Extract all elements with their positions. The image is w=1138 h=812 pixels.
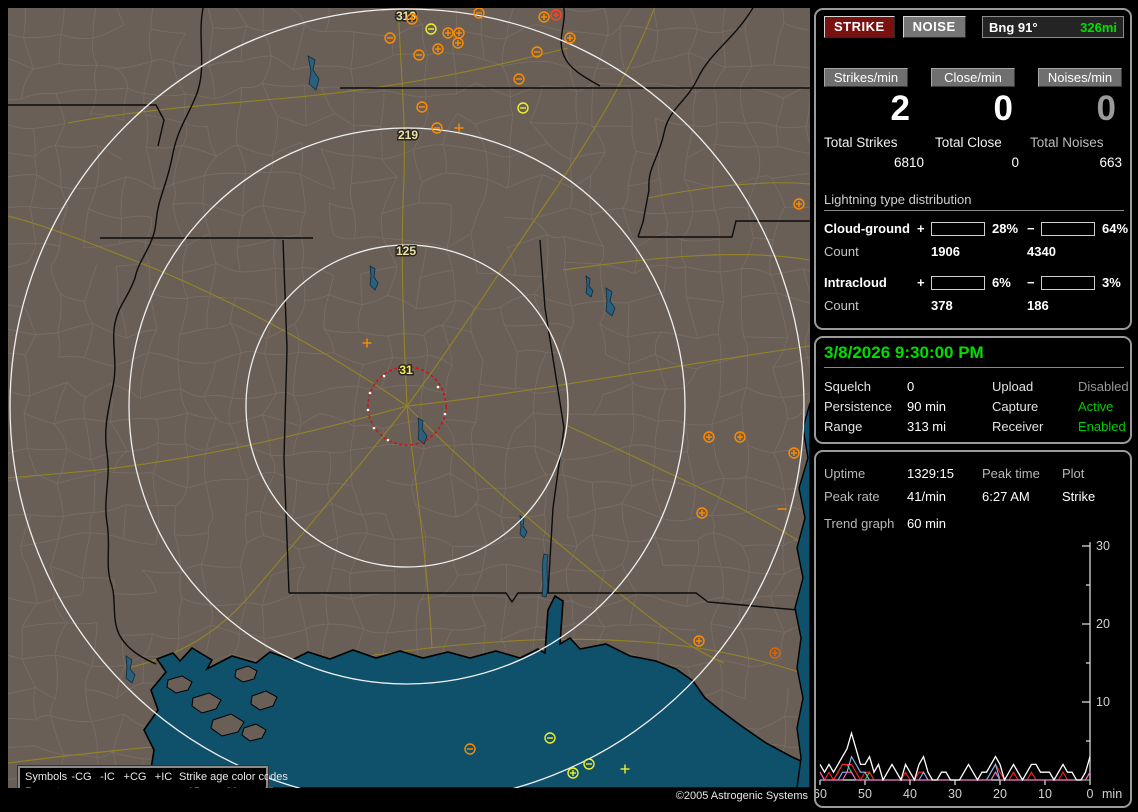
capture-state: Active [1078,399,1114,414]
close-per-min-value: 0 [993,89,1013,128]
plus-cg-recent-icon: ⊕ [120,785,150,788]
settings-grid: Squelch 0 Upload Disabled Persistence 90… [824,377,1129,437]
legend-header-row: Symbols -CG -IC +CG +IC Strike age color… [25,771,288,783]
plus-ic-recent-icon: + [150,785,177,788]
strike-counters-panel: STRIKE NOISE Bng 91° 326mi Strikes/min C… [814,8,1132,330]
total-noises: Total Noises 663 [1030,135,1122,170]
close-per-min-chip: Close/min [931,68,1015,87]
receiver-state: Enabled [1078,419,1126,434]
noise-button[interactable]: NOISE [902,16,966,38]
map-view[interactable]: 313 219 125 31 Symbols -CG -IC +CG +IC S… [8,8,810,788]
strikes-per-min-value: 2 [890,89,910,128]
strikes-per-min-chip: Strikes/min [824,68,908,87]
svg-text:125: 125 [396,244,416,258]
noises-per-min-value: 0 [1096,89,1116,128]
svg-text:20: 20 [1096,617,1110,631]
trend-graph: 10 20 30 60 50 40 30 20 10 0 min [816,539,1122,801]
svg-text:min: min [1102,787,1122,801]
upload-state: Disabled [1078,379,1129,394]
cloud-ground-counts: Count 1906 4340 [824,244,1056,259]
minus-ic-recent-icon: − [95,785,120,788]
bearing-value: Bng 91° [989,19,1038,35]
svg-text:50: 50 [858,787,872,801]
bearing-readout: Bng 91° 326mi [982,16,1124,38]
total-strikes: Total Strikes 6810 [824,135,924,170]
uptime-grid: Uptime 1329:15 Peak time Plot Peak rate … [824,466,1096,504]
distribution-title: Lightning type distribution [824,192,1124,211]
cg-plus-bar [931,221,985,236]
total-close: Total Close 0 [935,135,1019,170]
intracloud-row: Intracloud + 6% − 3% [824,275,1121,290]
status-panel: 3/8/2026 9:30:00 PM Squelch 0 Upload Dis… [814,336,1132,444]
lightning-map: 313 219 125 31 [8,8,810,788]
svg-text:20: 20 [993,787,1007,801]
svg-text:0: 0 [1087,787,1094,801]
svg-text:10: 10 [1096,695,1110,709]
trend-panel: Uptime 1329:15 Peak time Plot Peak rate … [814,450,1132,808]
svg-text:313: 313 [396,9,416,23]
svg-text:219: 219 [398,128,418,142]
cloud-ground-row: Cloud-ground + 28% − 64% [824,221,1129,236]
strike-button[interactable]: STRIKE [824,16,895,38]
minus-cg-recent-icon: ⊖ [68,785,95,788]
ic-plus-bar [931,275,985,290]
svg-text:30: 30 [1096,539,1110,553]
legend-recent-row: Recent ⊖ − ⊕ + 15+ 30+ 45+ [20,785,280,788]
trend-window-row: Trend graph 60 min [824,516,947,531]
svg-text:10: 10 [1038,787,1052,801]
cg-minus-bar [1041,221,1095,236]
intracloud-counts: Count 378 186 [824,298,1049,313]
svg-text:31: 31 [399,363,413,377]
bearing-distance: 326mi [1080,19,1117,35]
svg-text:40: 40 [903,787,917,801]
copyright-text: ©2005 Astrogenic Systems [675,790,808,802]
app-window: 313 219 125 31 Symbols -CG -IC +CG +IC S… [0,0,1138,812]
noises-per-min-chip: Noises/min [1038,68,1122,87]
svg-text:60: 60 [816,787,827,801]
ic-minus-bar [1041,275,1095,290]
svg-text:30: 30 [948,787,962,801]
map-legend: Symbols -CG -IC +CG +IC Strike age color… [17,765,288,788]
datetime-display: 3/8/2026 9:30:00 PM [824,343,1124,368]
